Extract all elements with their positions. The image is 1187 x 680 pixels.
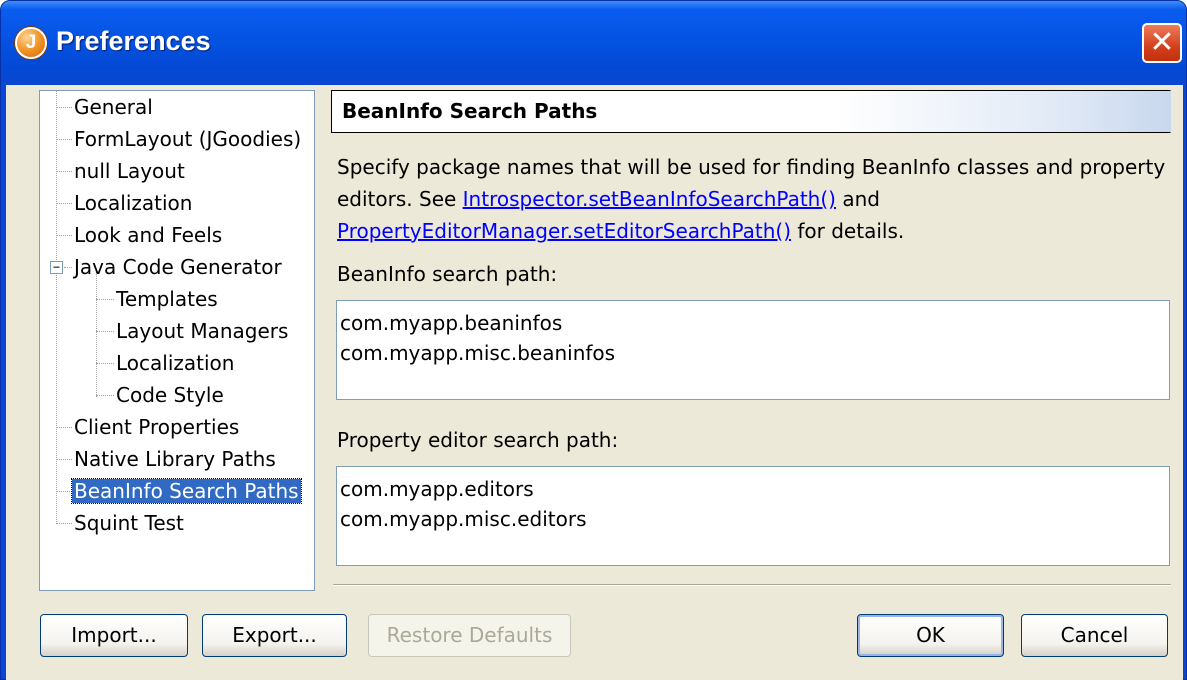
cancel-button[interactable]: Cancel	[1021, 614, 1168, 657]
tree-connector	[96, 395, 114, 396]
tree-connector	[56, 203, 72, 204]
tree-item-squint-test[interactable]: Squint Test	[72, 508, 186, 538]
ok-button[interactable]: OK	[857, 614, 1004, 657]
tree-connector	[56, 523, 72, 524]
tree-item-look-and-feels[interactable]: Look and Feels	[72, 220, 224, 250]
tree-connector	[56, 459, 72, 460]
tree-item-general[interactable]: General	[72, 92, 155, 122]
tree-item-localization[interactable]: Localization	[72, 188, 194, 218]
tree-item-label: General	[74, 95, 153, 119]
description-text: and	[835, 187, 880, 211]
preferences-tree[interactable]: − General FormLayout (JGoodies) null Lay…	[39, 90, 315, 591]
tree-connector	[56, 235, 72, 236]
section-title: BeanInfo Search Paths	[331, 90, 1171, 133]
tree-connector	[64, 267, 72, 268]
tree-item-label: BeanInfo Search Paths	[71, 478, 302, 504]
tree-connector	[96, 269, 97, 397]
close-icon[interactable]: ✕	[1142, 23, 1182, 63]
introspector-link[interactable]: Introspector.setBeanInfoSearchPath()	[463, 187, 836, 211]
tree-item-label: Client Properties	[74, 415, 240, 439]
tree-item-null-layout[interactable]: null Layout	[72, 156, 187, 186]
tree-item-label: Look and Feels	[74, 223, 223, 247]
restore-defaults-button[interactable]: Restore Defaults	[368, 614, 571, 657]
tree-item-label: Localization	[116, 351, 235, 375]
tree-item-label: Localization	[74, 191, 193, 215]
tree-connector	[96, 331, 114, 332]
tree-connector	[56, 171, 72, 172]
app-icon: J	[15, 27, 47, 59]
tree-item-beaninfo-search-paths[interactable]: BeanInfo Search Paths	[71, 476, 302, 506]
tree-item-java-code-generator[interactable]: Java Code Generator	[72, 252, 284, 282]
tree-item-layout-managers[interactable]: Layout Managers	[114, 316, 290, 346]
tree-item-formlayout[interactable]: FormLayout (JGoodies)	[72, 124, 303, 154]
tree-item-label: Layout Managers	[116, 319, 289, 343]
separator	[333, 584, 1171, 586]
section-description: Specify package names that will be used …	[337, 151, 1167, 247]
export-button[interactable]: Export...	[202, 614, 347, 657]
tree-item-templates[interactable]: Templates	[114, 284, 220, 314]
beaninfo-path-label: BeanInfo search path:	[337, 262, 558, 286]
tree-item-label: null Layout	[74, 159, 185, 183]
collapse-icon[interactable]: −	[50, 261, 63, 274]
tree-item-code-gen-localization[interactable]: Localization	[114, 348, 236, 378]
beaninfo-path-textarea[interactable]: com.myapp.beaninfos com.myapp.misc.beani…	[336, 300, 1170, 400]
tree-connector	[56, 491, 72, 492]
tree-connector	[56, 107, 72, 108]
tree-item-label: Java Code Generator	[74, 255, 282, 279]
editor-path-textarea[interactable]: com.myapp.editors com.myapp.misc.editors	[336, 466, 1170, 566]
tree-item-client-properties[interactable]: Client Properties	[72, 412, 241, 442]
tree-item-label: Templates	[116, 287, 218, 311]
tree-connector	[96, 363, 114, 364]
property-editor-manager-link[interactable]: PropertyEditorManager.setEditorSearchPat…	[337, 219, 791, 243]
description-text: for details.	[791, 219, 905, 243]
tree-connector	[56, 139, 72, 140]
tree-item-code-style[interactable]: Code Style	[114, 380, 226, 410]
import-button[interactable]: Import...	[40, 614, 188, 657]
tree-item-label: Code Style	[116, 383, 224, 407]
tree-item-native-library-paths[interactable]: Native Library Paths	[72, 444, 278, 474]
preferences-window: J Preferences ✕ − General FormLayout (JG…	[0, 0, 1187, 680]
editor-path-label: Property editor search path:	[337, 428, 619, 452]
tree-item-label: Native Library Paths	[74, 447, 276, 471]
tree-connector	[96, 299, 114, 300]
dialog-body: − General FormLayout (JGoodies) null Lay…	[6, 85, 1183, 680]
title-bar[interactable]: J Preferences ✕	[1, 1, 1186, 85]
window-title: Preferences	[56, 26, 211, 56]
tree-connector	[56, 91, 57, 522]
tree-item-label: Squint Test	[74, 511, 184, 535]
tree-item-label: FormLayout (JGoodies)	[74, 127, 302, 151]
tree-connector	[56, 427, 72, 428]
